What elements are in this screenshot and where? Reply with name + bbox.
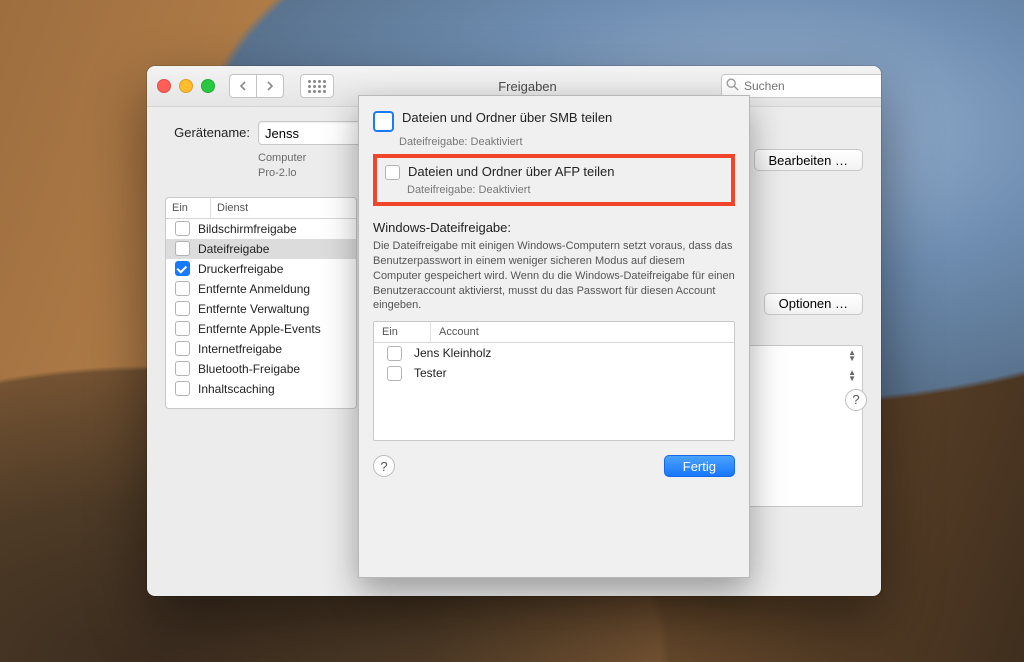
service-row[interactable]: Internetfreigabe	[166, 339, 356, 359]
service-row[interactable]: Druckerfreigabe	[166, 259, 356, 279]
service-label: Bluetooth-Freigabe	[198, 362, 356, 376]
afp-label: Dateien und Ordner über AFP teilen	[408, 164, 614, 179]
service-row[interactable]: Entfernte Apple-Events	[166, 319, 356, 339]
show-all-button[interactable]	[300, 74, 334, 98]
service-row[interactable]: Bildschirmfreigabe	[166, 219, 356, 239]
minimize-window-button[interactable]	[179, 79, 193, 93]
accounts-col-on: Ein	[374, 322, 431, 342]
options-button[interactable]: Optionen …	[764, 293, 863, 315]
service-checkbox[interactable]	[175, 301, 190, 316]
sheet-help-button[interactable]: ?	[373, 455, 395, 477]
afp-highlight-box: Dateien und Ordner über AFP teilen Datei…	[373, 154, 735, 206]
account-row[interactable]: Tester	[374, 363, 734, 383]
service-row[interactable]: Entfernte Verwaltung	[166, 299, 356, 319]
stepper-icon[interactable]: ▲▼	[848, 370, 856, 382]
service-label: Entfernte Anmeldung	[198, 282, 356, 296]
search-icon	[726, 78, 739, 91]
afp-status: Dateifreigabe: Deaktiviert	[407, 184, 723, 196]
forward-button[interactable]	[257, 74, 284, 98]
smb-label: Dateien und Ordner über SMB teilen	[402, 110, 612, 125]
smb-option-row[interactable]: Dateien und Ordner über SMB teilen	[373, 110, 735, 132]
services-col-name: Dienst	[211, 198, 254, 218]
service-label: Bildschirmfreigabe	[198, 222, 356, 236]
service-label: Druckerfreigabe	[198, 262, 356, 276]
window-title: Freigaben	[344, 79, 711, 94]
zoom-window-button[interactable]	[201, 79, 215, 93]
account-checkbox[interactable]	[387, 366, 402, 381]
service-checkbox[interactable]	[175, 341, 190, 356]
service-checkbox[interactable]	[175, 381, 190, 396]
service-checkbox[interactable]	[175, 261, 190, 276]
service-checkbox[interactable]	[175, 281, 190, 296]
service-label: Entfernte Apple-Events	[198, 322, 356, 336]
account-row[interactable]: Jens Kleinholz	[374, 343, 734, 363]
account-name: Tester	[414, 366, 447, 380]
back-forward-nav	[229, 74, 284, 98]
options-sheet: Dateien und Ordner über SMB teilen Datei…	[358, 95, 750, 578]
account-checkbox[interactable]	[387, 346, 402, 361]
afp-option-row[interactable]: Dateien und Ordner über AFP teilen	[385, 164, 723, 180]
service-row[interactable]: Inhaltscaching	[166, 379, 356, 399]
service-label: Inhaltscaching	[198, 382, 356, 396]
edit-hostname-button[interactable]: Bearbeiten …	[754, 149, 864, 171]
afp-checkbox[interactable]	[385, 165, 400, 180]
close-window-button[interactable]	[157, 79, 171, 93]
device-name-label: Gerätename:	[165, 121, 250, 140]
service-label: Internetfreigabe	[198, 342, 356, 356]
service-checkbox[interactable]	[175, 221, 190, 236]
help-button[interactable]: ?	[845, 389, 867, 411]
service-row[interactable]: Dateifreigabe	[166, 239, 356, 259]
accounts-col-name: Account	[431, 322, 487, 342]
back-button[interactable]	[229, 74, 257, 98]
services-col-on: Ein	[166, 198, 211, 218]
service-row[interactable]: Bluetooth-Freigabe	[166, 359, 356, 379]
services-list: Ein Dienst Bildschirmfreigabe Dateifreiga…	[165, 197, 357, 409]
windows-sharing-desc: Die Dateifreigabe mit einigen Windows-Co…	[373, 239, 735, 313]
window-controls	[157, 79, 215, 93]
windows-sharing-heading: Windows-Dateifreigabe:	[373, 220, 735, 235]
service-label: Dateifreigabe	[198, 242, 356, 256]
done-button[interactable]: Fertig	[664, 455, 735, 477]
desktop-background: Freigaben Gerätename: Computer Pro-2.lo …	[0, 0, 1024, 662]
smb-status: Dateifreigabe: Deaktiviert	[399, 136, 735, 148]
accounts-table: Ein Account Jens Kleinholz Tester	[373, 321, 735, 441]
account-name: Jens Kleinholz	[414, 346, 491, 360]
service-label: Entfernte Verwaltung	[198, 302, 356, 316]
service-checkbox[interactable]	[175, 361, 190, 376]
smb-checkbox[interactable]	[373, 111, 394, 132]
service-row[interactable]: Entfernte Anmeldung	[166, 279, 356, 299]
service-checkbox[interactable]	[175, 321, 190, 336]
stepper-icon[interactable]: ▲▼	[848, 350, 856, 362]
service-checkbox[interactable]	[175, 241, 190, 256]
